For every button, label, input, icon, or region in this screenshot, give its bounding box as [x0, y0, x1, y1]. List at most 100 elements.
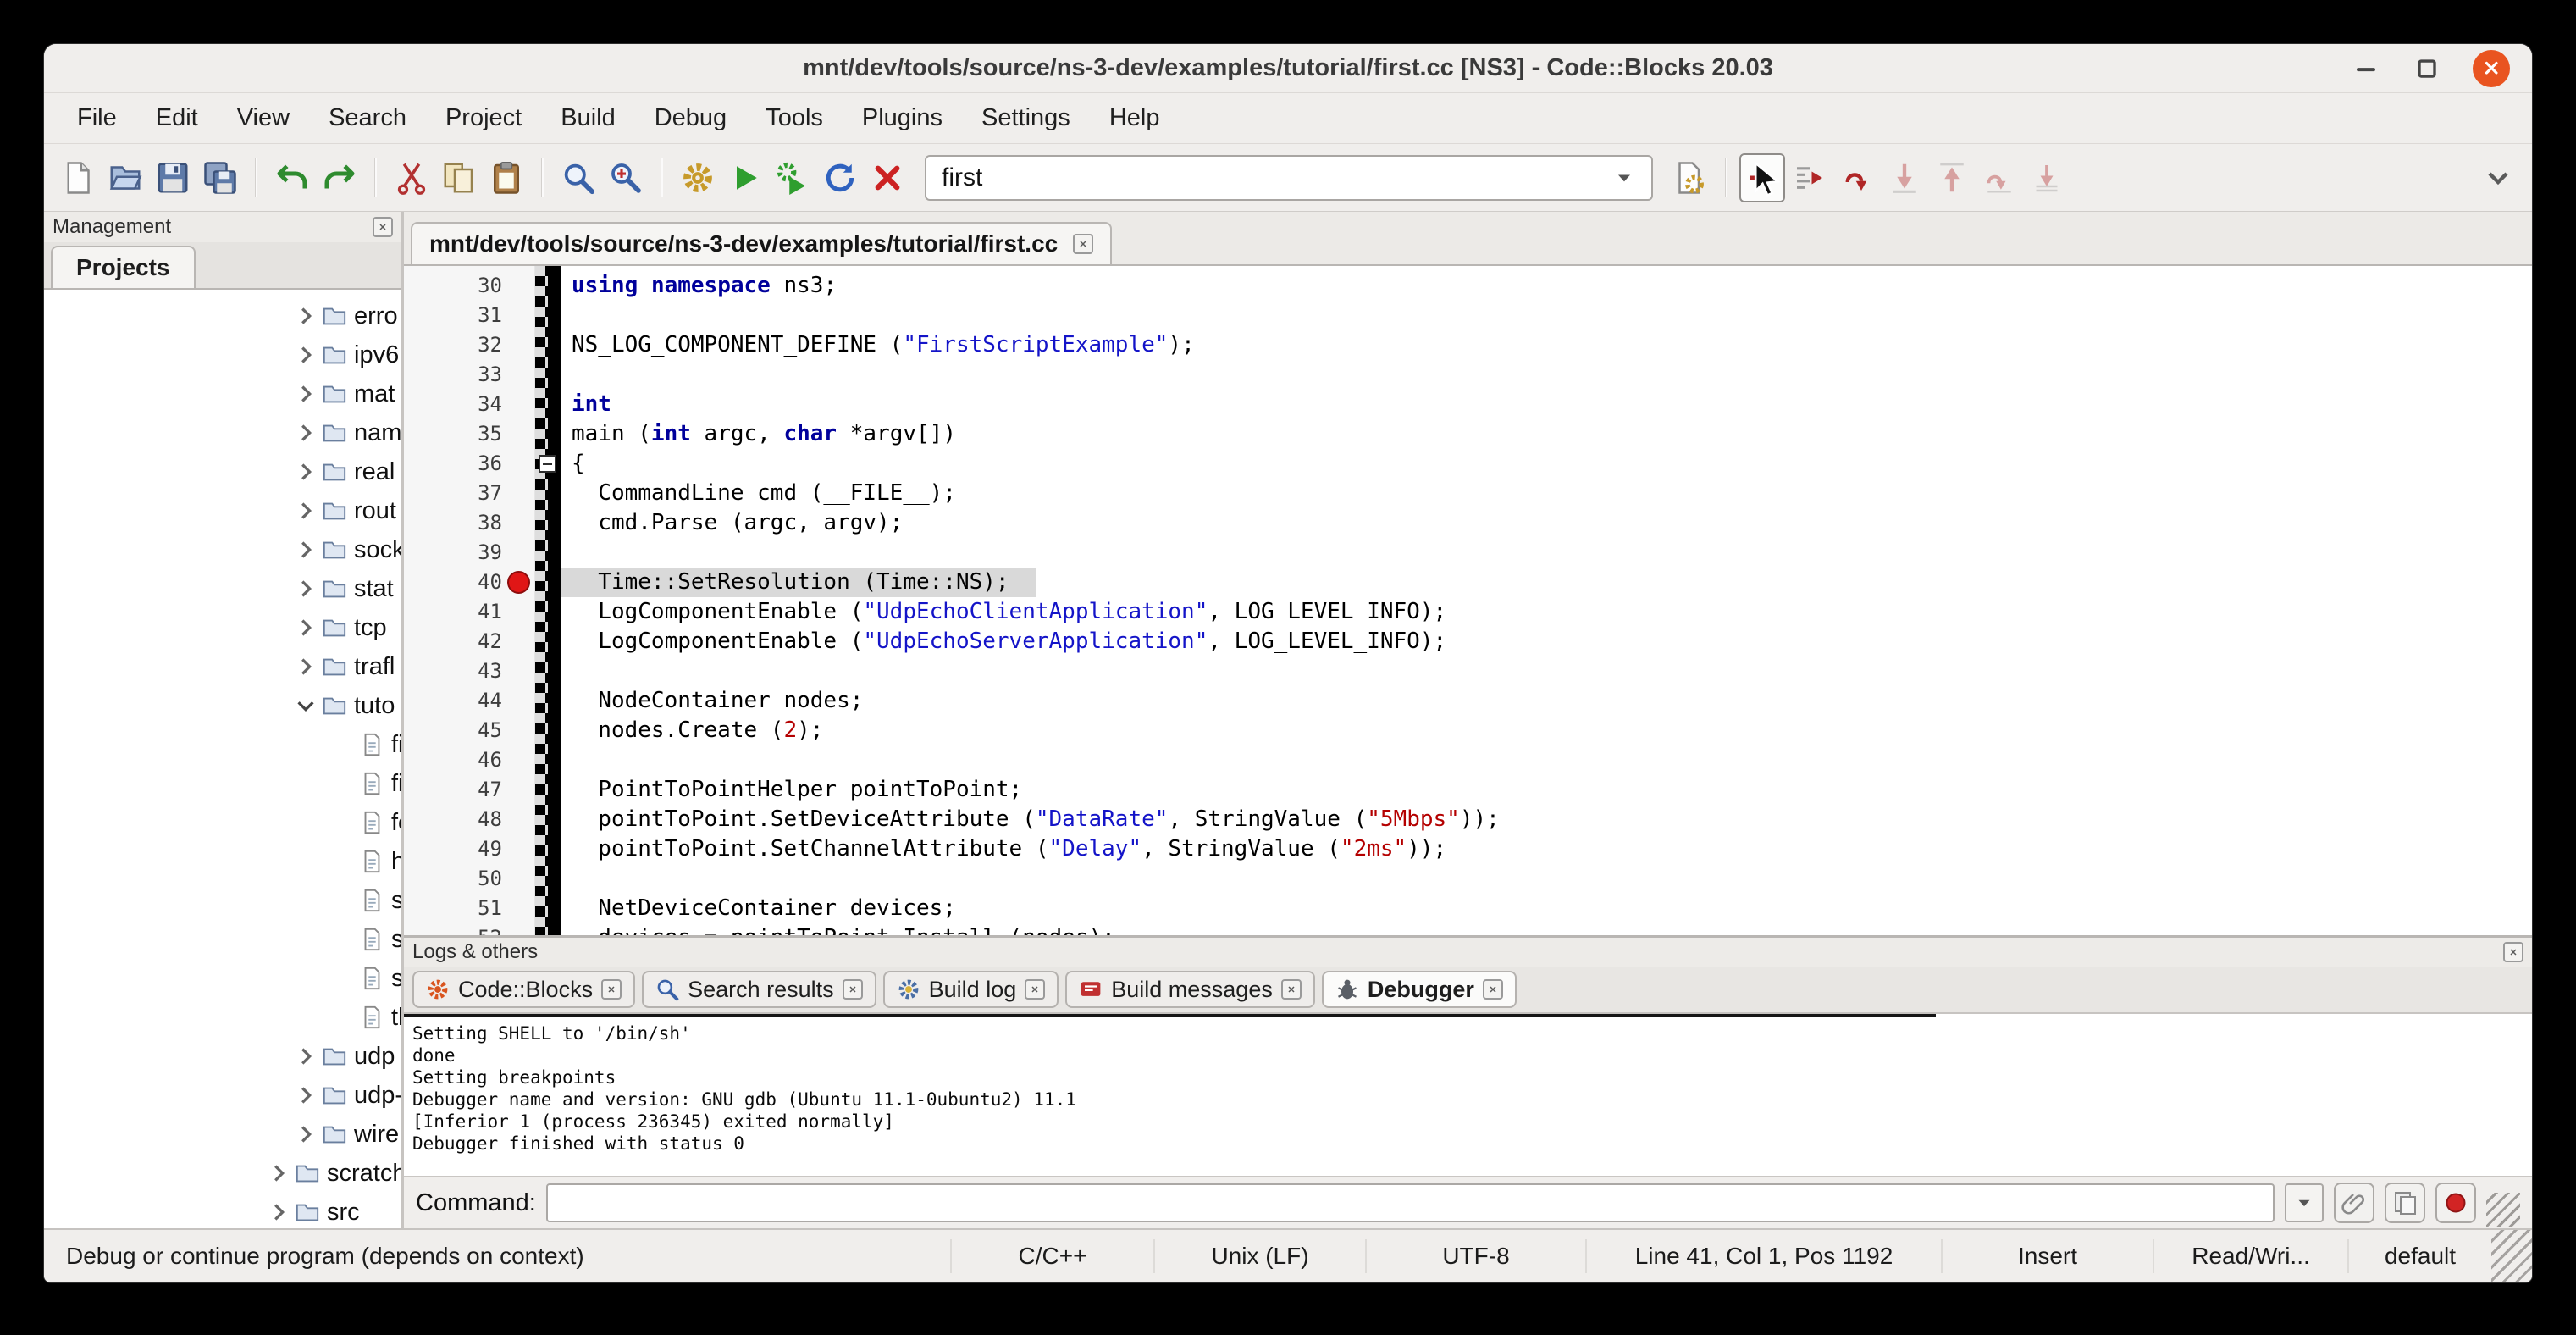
save-button[interactable]	[150, 153, 196, 202]
tree-item-fir[interactable]: fir	[44, 764, 401, 803]
toolbar-overflow-button[interactable]	[2475, 153, 2521, 202]
copy-button[interactable]	[436, 153, 482, 202]
attach-button[interactable]	[2334, 1183, 2374, 1223]
editor-tab-first-cc[interactable]: mnt/dev/tools/source/ns-3-dev/examples/t…	[411, 222, 1112, 264]
fold-margin[interactable]	[535, 864, 561, 894]
tree-item-udp[interactable]: udp	[44, 1037, 401, 1076]
build-button[interactable]	[675, 153, 721, 202]
logs-tab-code-blocks[interactable]: Code::Blocks	[412, 971, 635, 1008]
tab-close-button[interactable]	[601, 979, 622, 1000]
fold-margin[interactable]	[535, 894, 561, 923]
line-number[interactable]: 52	[404, 923, 535, 935]
run-button[interactable]	[722, 153, 768, 202]
code-text[interactable]: main (int argc, char *argv[])	[561, 419, 956, 449]
tree-item-sock[interactable]: sock	[44, 530, 401, 569]
step-out-button[interactable]	[1929, 153, 1975, 202]
code-text[interactable]: NetDeviceContainer devices;	[561, 894, 956, 923]
menu-item-view[interactable]: View	[218, 93, 309, 143]
fold-margin[interactable]	[535, 330, 561, 360]
line-number[interactable]: 36	[404, 449, 535, 479]
fold-margin[interactable]	[535, 449, 561, 479]
build-run-button[interactable]	[770, 153, 815, 202]
step-into-button[interactable]	[1882, 153, 1927, 202]
debugger-log[interactable]: Setting SHELL to '/bin/sh'doneSetting br…	[404, 1014, 2532, 1176]
new-file-button[interactable]	[55, 153, 101, 202]
line-number[interactable]: 49	[404, 834, 535, 864]
tree-item-trafl[interactable]: trafl	[44, 647, 401, 686]
tree-chevron-icon[interactable]	[266, 1161, 291, 1186]
tree-item-fif[interactable]: fif	[44, 725, 401, 764]
code-text[interactable]: {	[561, 449, 585, 479]
line-number[interactable]: 38	[404, 508, 535, 538]
tree-item-th[interactable]: th	[44, 998, 401, 1037]
line-number[interactable]: 34	[404, 390, 535, 419]
code-text[interactable]: Time::SetResolution (Time::NS);	[561, 568, 1036, 597]
tree-chevron-icon[interactable]	[293, 381, 318, 407]
window-resize-grip[interactable]	[2491, 1230, 2532, 1282]
abort-button[interactable]	[865, 153, 910, 202]
fold-margin[interactable]	[535, 479, 561, 508]
line-number[interactable]: 50	[404, 864, 535, 894]
menu-item-file[interactable]: File	[58, 93, 136, 143]
run-to-cursor-button[interactable]	[1787, 153, 1832, 202]
fold-margin[interactable]	[535, 627, 561, 656]
tab-close-button[interactable]	[1025, 979, 1045, 1000]
menu-item-tools[interactable]: Tools	[746, 93, 843, 143]
line-number[interactable]: 39	[404, 538, 535, 568]
fold-margin[interactable]	[535, 656, 561, 686]
editor-tab-close-button[interactable]	[1073, 234, 1093, 254]
close-button[interactable]	[2473, 50, 2510, 87]
menu-item-search[interactable]: Search	[309, 93, 426, 143]
menu-item-project[interactable]: Project	[426, 93, 541, 143]
next-line-button[interactable]	[1834, 153, 1880, 202]
code-text[interactable]: NS_LOG_COMPONENT_DEFINE ("FirstScriptExa…	[561, 330, 1195, 360]
line-number[interactable]: 30	[404, 271, 535, 301]
code-editor[interactable]: 30using namespace ns3;3132NS_LOG_COMPONE…	[404, 266, 2532, 935]
tree-chevron-icon[interactable]	[293, 1122, 318, 1147]
logs-tab-debugger[interactable]: Debugger	[1322, 971, 1517, 1008]
tree-item-se[interactable]: se	[44, 881, 401, 920]
titlebar[interactable]: mnt/dev/tools/source/ns-3-dev/examples/t…	[44, 44, 2532, 93]
tree-item-fo[interactable]: fo	[44, 803, 401, 842]
code-text[interactable]: devices = pointToPoint.Install (nodes);	[561, 923, 1115, 935]
tree-item-tcp[interactable]: tcp	[44, 608, 401, 647]
fold-margin[interactable]	[535, 834, 561, 864]
next-instruction-button[interactable]	[1976, 153, 2022, 202]
tree-chevron-icon[interactable]	[293, 303, 318, 329]
save-all-button[interactable]	[197, 153, 243, 202]
code-text[interactable]: PointToPointHelper pointToPoint;	[561, 775, 1022, 805]
tree-item-wire[interactable]: wire	[44, 1115, 401, 1154]
code-text[interactable]: pointToPoint.SetChannelAttribute ("Delay…	[561, 834, 1446, 864]
fold-marker-icon[interactable]	[539, 455, 556, 473]
tree-item-six[interactable]: six	[44, 959, 401, 998]
code-text[interactable]: CommandLine cmd (__FILE__);	[561, 479, 956, 508]
tree-item-rout[interactable]: rout	[44, 491, 401, 530]
fold-margin[interactable]	[535, 716, 561, 745]
fold-margin[interactable]	[535, 597, 561, 627]
code-text[interactable]	[561, 301, 572, 330]
code-text[interactable]	[561, 538, 572, 568]
logs-close-button[interactable]	[2503, 942, 2523, 962]
fold-margin[interactable]	[535, 301, 561, 330]
line-number[interactable]: 44	[404, 686, 535, 716]
fold-margin[interactable]	[535, 508, 561, 538]
tree-item-he[interactable]: he	[44, 842, 401, 881]
tree-chevron-icon[interactable]	[293, 537, 318, 562]
logs-tab-build-messages[interactable]: Build messages	[1065, 971, 1315, 1008]
tab-close-button[interactable]	[1483, 979, 1503, 1000]
tree-item-tuto[interactable]: tuto	[44, 686, 401, 725]
line-number[interactable]: 47	[404, 775, 535, 805]
line-number[interactable]: 51	[404, 894, 535, 923]
fold-margin[interactable]	[535, 923, 561, 935]
line-number[interactable]: 31	[404, 301, 535, 330]
fold-margin[interactable]	[535, 805, 561, 834]
code-text[interactable]: NodeContainer nodes;	[561, 686, 863, 716]
tree-chevron-icon[interactable]	[293, 654, 318, 679]
menu-item-debug[interactable]: Debug	[635, 93, 746, 143]
fold-margin[interactable]	[535, 686, 561, 716]
tab-close-button[interactable]	[1281, 979, 1302, 1000]
minimize-button[interactable]	[2351, 53, 2381, 84]
project-tree[interactable]: erroipv6matnamrealroutsockstattcptrafltu…	[44, 290, 401, 1228]
debug-continue-button[interactable]	[1739, 153, 1785, 202]
code-text[interactable]: LogComponentEnable ("UdpEchoClientApplic…	[561, 597, 1446, 627]
